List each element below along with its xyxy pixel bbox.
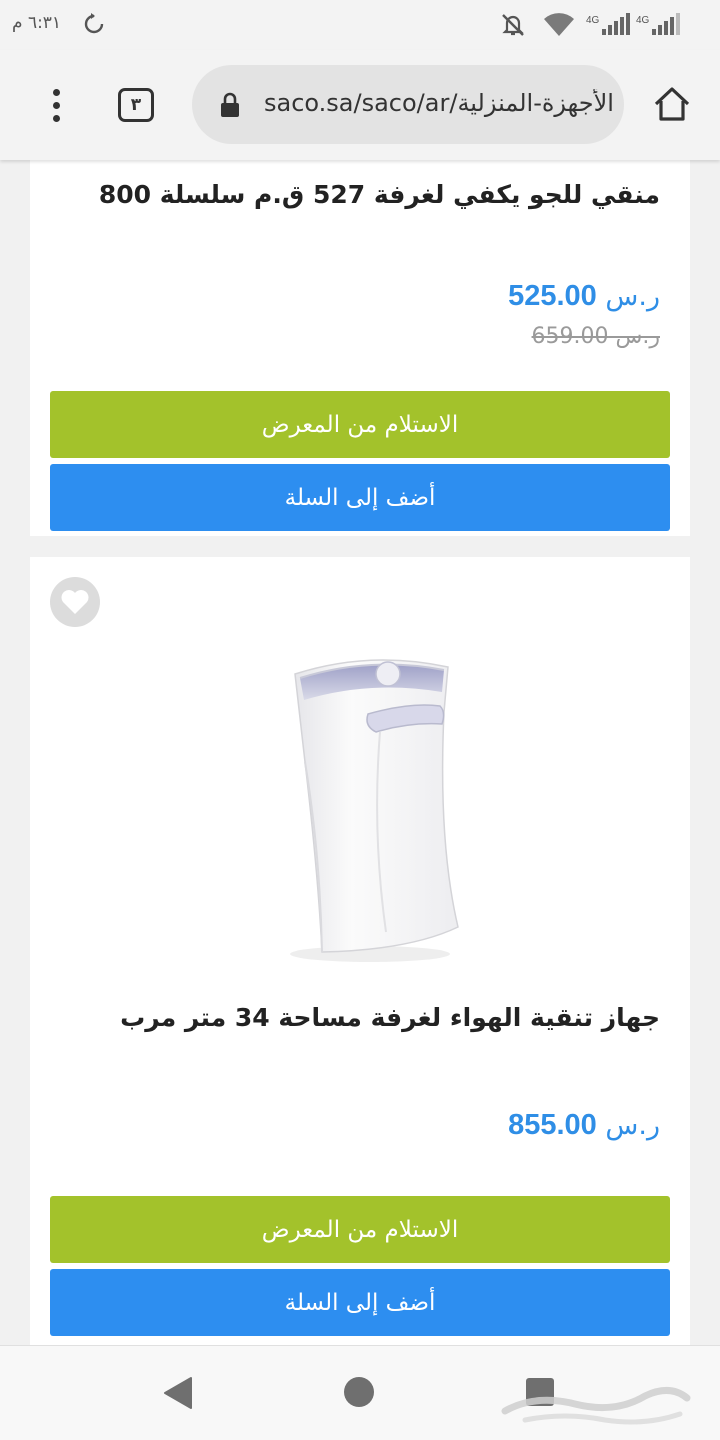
price-value: 855.00 (508, 1109, 597, 1141)
menu-dot (52, 101, 60, 109)
product-title[interactable]: جهاز تنقية الهواء لغرفة مساحة 34 متر مرب (60, 997, 660, 1039)
price-value: 525.00 (508, 280, 597, 312)
network-label-1: 4G (586, 15, 600, 26)
back-triangle-icon[interactable] (162, 1376, 194, 1410)
browser-menu-button[interactable] (36, 80, 76, 130)
address-bar[interactable]: saco.sa/saco/ar/الأجهزة-المنزلية/ (192, 65, 624, 144)
refresh-icon (84, 13, 104, 34)
url-text: saco.sa/saco/ar/الأجهزة-المنزلية/ (264, 89, 614, 117)
network-label-2: 4G (636, 15, 650, 26)
add-to-cart-button[interactable]: أضف إلى السلة (50, 464, 670, 531)
heart-icon (61, 590, 89, 614)
lock-icon (221, 92, 239, 117)
signal-icon-2 (652, 13, 680, 35)
price-currency: ر.س (605, 281, 660, 312)
wifi-icon (544, 13, 574, 37)
add-to-cart-button[interactable]: أضف إلى السلة (50, 1269, 670, 1336)
product-old-price: ر.س 659.00 (531, 324, 660, 349)
browser-toolbar: ٣ saco.sa/saco/ar/الأجهزة-المنزلية/ (0, 50, 720, 160)
status-bar: ٦:٣١ م 4G 4G (0, 0, 720, 50)
menu-dot (52, 88, 60, 96)
product-card: جهاز تنقية الهواء لغرفة مساحة 34 متر مرب… (30, 557, 690, 1357)
home-icon[interactable] (652, 84, 692, 124)
home-circle-icon[interactable] (344, 1377, 374, 1407)
product-price: ر.س 525.00 (508, 280, 660, 313)
product-title[interactable]: منقي للجو يكفي لغرفة 527 ق.م سلسلة 800 (60, 174, 660, 216)
pickup-from-showroom-button[interactable]: الاستلام من المعرض (50, 391, 670, 458)
price-currency: ر.س (605, 1110, 660, 1141)
watermark-logo (501, 1387, 691, 1425)
product-image[interactable] (260, 652, 460, 972)
signal-icon (602, 13, 630, 35)
menu-dot (52, 114, 60, 122)
pickup-from-showroom-button[interactable]: الاستلام من المعرض (50, 1196, 670, 1263)
system-navigation-bar (0, 1345, 720, 1440)
product-card: منقي للجو يكفي لغرفة 527 ق.م سلسلة 800 ر… (30, 160, 690, 536)
product-price: ر.س 855.00 (508, 1109, 660, 1142)
tab-switcher-button[interactable]: ٣ (118, 88, 154, 122)
status-time: ٦:٣١ م (12, 13, 62, 33)
wishlist-button[interactable] (50, 577, 100, 627)
bell-off-icon (502, 14, 524, 36)
